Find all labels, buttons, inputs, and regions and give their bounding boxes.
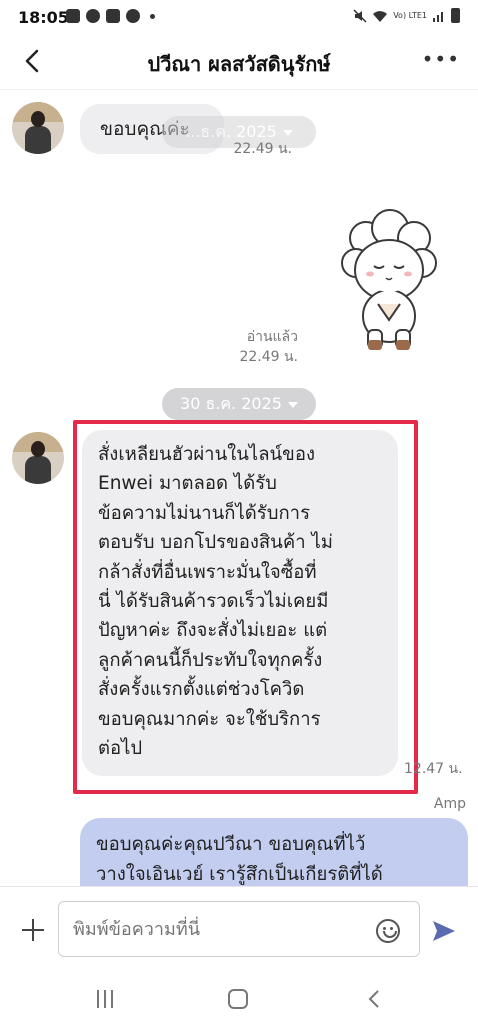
message-line: ขอบคุณค่ะคุณปวีณา ขอบคุณที่ไว้ [96,834,366,855]
sender-name: Amp [433,796,466,812]
send-icon[interactable] [430,917,458,945]
chevron-down-icon [287,401,298,408]
emoji-icon[interactable] [376,919,400,943]
date-pill[interactable]: 30 ธ.ค. 2025 [162,388,316,420]
message-line: วางใจเอินเวย์ เรารู้สึกเป็นเกียรติที่ได้ [96,864,383,885]
back-arrow-icon[interactable] [18,46,48,76]
sheep-bowing-sticker[interactable] [340,208,438,356]
line-app-icon [106,9,120,23]
gallery-icon [66,9,80,23]
system-icons: Vo) LTE1 [353,8,460,23]
message-time: 22.49 น. [233,141,292,157]
battery-icon [451,8,460,23]
home-icon[interactable] [228,989,248,1009]
outgoing-message[interactable]: ขอบคุณค่ะคุณปวีณา ขอบคุณที่ไว้ วางใจเอิน… [80,818,468,886]
recent-apps-icon[interactable] [95,990,115,1008]
chat-area[interactable]: ขอบคุณค่ะ ...ธ.ค. 2025 22.49 น. อ่านแล้ว… [0,90,478,886]
chat-title: ปวีณา ผลสวัสดินุรักษ์ [147,52,331,76]
message-input-bar [0,886,478,974]
message-time: 22.49 น. [239,349,298,365]
message-input[interactable] [58,901,420,957]
plus-icon[interactable] [20,917,46,943]
back-icon[interactable] [364,988,384,1010]
chevron-down-icon [282,129,293,136]
contact-avatar[interactable] [12,432,64,484]
status-bar: 18:05 Vo) LTE1 [0,0,478,34]
status-time: 18:05 [18,8,69,27]
notification-icons [66,9,155,23]
network-label: Vo) LTE1 [393,10,427,20]
read-receipt: อ่านแล้ว [246,329,298,345]
mute-icon [353,8,367,23]
signal-icon [433,11,443,22]
contact-avatar[interactable] [12,102,64,154]
shield-icon [86,9,100,23]
message-time: 12.47 น. [404,761,463,777]
more-notifications-icon [150,13,155,19]
system-nav-bar [0,974,478,1024]
highlight-box [73,420,418,794]
more-options-icon[interactable]: ••• [422,49,460,69]
wifi-icon [373,10,388,22]
line-app-icon [126,9,140,23]
chat-header: ปวีณา ผลสวัสดินุรักษ์ ••• [0,34,478,90]
